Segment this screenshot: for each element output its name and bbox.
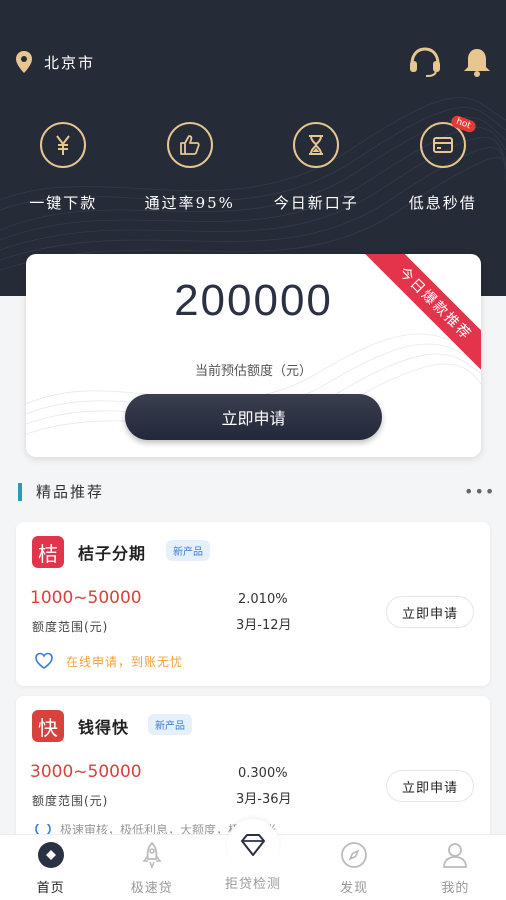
tab-rejection-check[interactable]: 拒贷检测 [202,819,303,900]
loan-range-label: 额度范围(元) [32,620,109,634]
location-pin-icon [16,51,32,73]
tab-fast-loan[interactable]: 极速贷 [101,835,202,900]
thumbs-up-icon [179,135,200,155]
feature-ring: hot [419,114,478,168]
tab-home[interactable]: 首页 [0,835,101,900]
new-product-tag: 新产品 [166,540,210,561]
yen-icon [56,135,71,155]
feature-item[interactable]: 一键下款 [0,122,127,213]
loan-term: 3月-36月 [236,792,292,807]
hourglass-icon [309,135,324,155]
city-label: 北京市 [44,53,96,72]
tab-mine[interactable]: 我的 [405,835,506,900]
tab-label: 极速贷 [130,881,173,896]
center-button [226,819,279,871]
customer-service-icon[interactable] [408,46,442,78]
tab-discover[interactable]: 发现 [304,835,405,900]
hot-recommend-ribbon: 今日爆款推荐 [361,254,481,378]
location-selector[interactable]: 北京市 [14,50,95,74]
product-logo: 快 [32,710,64,742]
product-name: 桔子分期 [78,544,147,563]
apply-now-button[interactable]: 立即申请 [125,394,382,440]
feature-label: 今日新口子 [273,194,359,212]
compass-icon [341,842,368,868]
tab-label: 拒贷检测 [224,877,281,892]
loan-estimate-card: 200000 当前预估额度（元） 立即申请 今日爆款推荐 [26,254,481,457]
feature-ring [166,122,213,168]
product-slogan: 在线申请，到账无忧 [34,652,183,670]
loan-range: 1000~50000 [30,588,142,608]
product-apply-button[interactable]: 立即申请 [386,770,474,802]
feature-row: 一键下款 通过率95% 今日新口子 hot 低息秒借 [0,114,506,213]
bell-icon[interactable] [460,46,494,78]
new-product-tag: 新产品 [148,714,192,735]
tab-label: 我的 [441,881,470,896]
section-header: 精品推荐 [18,481,104,502]
product-logo: 桔 [32,536,64,568]
speed-icon [35,824,51,834]
product-card[interactable]: 桔 桔子分期 新产品 1000~50000 额度范围(元) 2.010% 3月-… [16,522,490,686]
card-icon [432,137,453,153]
more-icon[interactable]: ••• [464,482,495,501]
feature-ring [40,122,87,168]
heart-icon [35,652,53,669]
feature-label: 低息秒借 [408,194,477,212]
feature-item[interactable]: hot 低息秒借 [380,114,506,213]
ribbon-wrapper: 今日爆款推荐 [351,254,481,384]
interest-rate: 0.300% [238,766,288,781]
tab-label: 发现 [340,881,369,896]
loan-range-label: 额度范围(元) [32,794,109,808]
slogan-text: 在线申请，到账无忧 [66,654,184,669]
diamond-icon [240,834,265,856]
tab-label: 首页 [36,881,65,896]
feature-ring [293,122,340,168]
header: 北京市 一键下款 通过率95% 今日新口子 hot 低息秒借 [0,0,506,296]
section-title: 精品推荐 [36,483,105,501]
feature-item[interactable]: 通过率95% [127,122,254,213]
feature-label: 通过率95% [144,194,235,212]
loan-term: 3月-12月 [236,618,292,633]
home-icon [37,842,64,868]
loan-range: 3000~50000 [30,762,142,782]
feature-item[interactable]: 今日新口子 [253,122,380,213]
interest-rate: 2.010% [238,592,288,607]
section-accent-bar [18,482,22,501]
product-apply-button[interactable]: 立即申请 [386,596,474,628]
user-icon [443,843,468,868]
feature-label: 一键下款 [29,194,98,212]
product-name: 钱得快 [78,718,130,737]
bottom-tab-bar: 首页 极速贷 拒贷检测 发现 我的 [0,819,506,900]
rocket-icon [142,841,162,869]
